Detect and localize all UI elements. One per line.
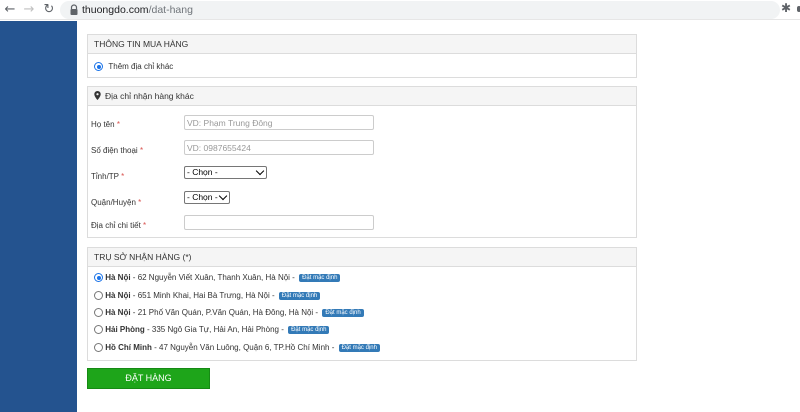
required-mark: * xyxy=(143,221,147,230)
lock-icon xyxy=(70,4,78,15)
district-label: Quận/Huyện * xyxy=(91,198,141,207)
forward-arrow-icon[interactable]: → xyxy=(21,2,37,18)
office-city: Hà Nội xyxy=(105,291,131,300)
office-option[interactable]: Hà Nội - 651 Minh Khai, Hai Bà Trưng, Hà… xyxy=(94,291,321,301)
set-default-badge[interactable]: Đặt mặc định xyxy=(278,291,321,300)
province-select-value: - Chọn - xyxy=(187,167,218,177)
place-order-button[interactable]: ĐẶT HÀNG xyxy=(87,368,210,389)
phone-label-text: Số điện thoại xyxy=(91,146,138,155)
pickup-offices-title: TRỤ SỞ NHẬN HÀNG (*) xyxy=(88,248,636,267)
office-address: - 651 Minh Khai, Hai Bà Trưng, Hà Nội - xyxy=(130,291,277,300)
district-label-text: Quận/Huyện xyxy=(91,198,136,207)
office-city: Hải Phòng xyxy=(105,325,145,334)
office-option[interactable]: Hà Nội - 21 Phố Văn Quán, P.Văn Quán, Hà… xyxy=(94,308,364,318)
detail-address-input[interactable] xyxy=(184,215,374,230)
office-option[interactable]: Hải Phòng - 335 Ngô Gia Tự, Hải An, Hải … xyxy=(94,325,330,335)
chevron-down-icon xyxy=(218,191,228,201)
phone-input[interactable] xyxy=(184,140,374,155)
district-select[interactable]: - Chọn - xyxy=(184,191,230,204)
phone-label: Số điện thoại * xyxy=(91,146,143,155)
map-marker-icon xyxy=(94,91,101,100)
url-text: thuongdo.com/dat-hang xyxy=(82,4,193,16)
detail-address-label-text: Địa chỉ chi tiết xyxy=(91,221,141,230)
office-city: Hồ Chí Minh xyxy=(105,343,152,352)
alt-address-panel: Địa chỉ nhận hàng khác Họ tên * Số điện … xyxy=(87,86,637,238)
add-address-option[interactable]: Thêm địa chỉ khác xyxy=(94,61,174,72)
extensions-icon[interactable]: ✱ xyxy=(781,1,791,15)
back-arrow-icon[interactable]: ← xyxy=(2,2,18,18)
office-radio[interactable] xyxy=(94,325,103,335)
url-path: /dat-hang xyxy=(148,4,193,16)
set-default-badge[interactable]: Đặt mặc định xyxy=(322,308,364,317)
office-address: - 62 Nguyễn Viết Xuân, Thanh Xuân, Hà Nộ… xyxy=(130,273,298,282)
office-address: - 47 Nguyễn Văn Luông, Quận 6, TP.Hồ Chí… xyxy=(151,343,337,352)
office-radio[interactable] xyxy=(94,343,103,353)
url-host: thuongdo.com xyxy=(82,4,149,16)
province-label: Tỉnh/TP * xyxy=(91,172,124,181)
name-label: Họ tên * xyxy=(91,120,120,129)
office-radio[interactable] xyxy=(94,291,103,301)
chevron-down-icon xyxy=(255,166,265,176)
pickup-offices-panel: TRỤ SỞ NHẬN HÀNG (*) Hà Nội - 62 Nguyễn … xyxy=(87,247,637,361)
province-select[interactable]: - Chọn - xyxy=(184,166,267,179)
province-label-text: Tỉnh/TP xyxy=(91,172,119,181)
left-sidebar xyxy=(0,21,77,412)
set-default-badge[interactable]: Đặt mặc định xyxy=(338,343,380,352)
name-input[interactable] xyxy=(184,115,374,130)
name-label-text: Họ tên xyxy=(91,120,115,129)
office-city: Hà Nội xyxy=(105,308,131,317)
alt-address-header: Địa chỉ nhận hàng khác xyxy=(88,87,636,106)
reload-icon[interactable]: ↻ xyxy=(41,2,57,18)
required-mark: * xyxy=(138,198,142,207)
office-city: Hà Nội xyxy=(105,273,131,282)
district-select-value: - Chọn - xyxy=(187,192,218,202)
office-address: - 21 Phố Văn Quán, P.Văn Quán, Hà Đông, … xyxy=(130,308,321,317)
detail-address-label: Địa chỉ chi tiết * xyxy=(91,221,146,230)
alt-address-title: Địa chỉ nhận hàng khác xyxy=(105,91,194,101)
set-default-badge[interactable]: Đặt mặc định xyxy=(288,325,330,334)
office-option[interactable]: Hồ Chí Minh - 47 Nguyễn Văn Luông, Quận … xyxy=(94,343,380,353)
browser-toolbar: ← → ↻ thuongdo.com/dat-hang ☆ ✱ xyxy=(0,0,800,20)
office-address: - 335 Ngô Gia Tự, Hải An, Hải Phòng - xyxy=(144,325,287,334)
set-default-badge[interactable]: Đặt mặc định xyxy=(299,273,341,282)
required-mark: * xyxy=(139,146,144,155)
purchase-info-title: THÔNG TIN MUA HÀNG xyxy=(88,35,636,54)
office-radio[interactable] xyxy=(94,308,103,318)
office-radio[interactable] xyxy=(94,273,103,283)
required-mark: * xyxy=(116,120,120,129)
address-bar[interactable]: thuongdo.com/dat-hang ☆ xyxy=(60,1,780,19)
add-address-radio[interactable] xyxy=(94,62,103,72)
add-address-label: Thêm địa chỉ khác xyxy=(108,62,174,71)
required-mark: * xyxy=(121,172,125,181)
purchase-info-panel: THÔNG TIN MUA HÀNG Thêm địa chỉ khác xyxy=(87,34,637,78)
office-option[interactable]: Hà Nội - 62 Nguyễn Viết Xuân, Thanh Xuân… xyxy=(94,273,341,283)
